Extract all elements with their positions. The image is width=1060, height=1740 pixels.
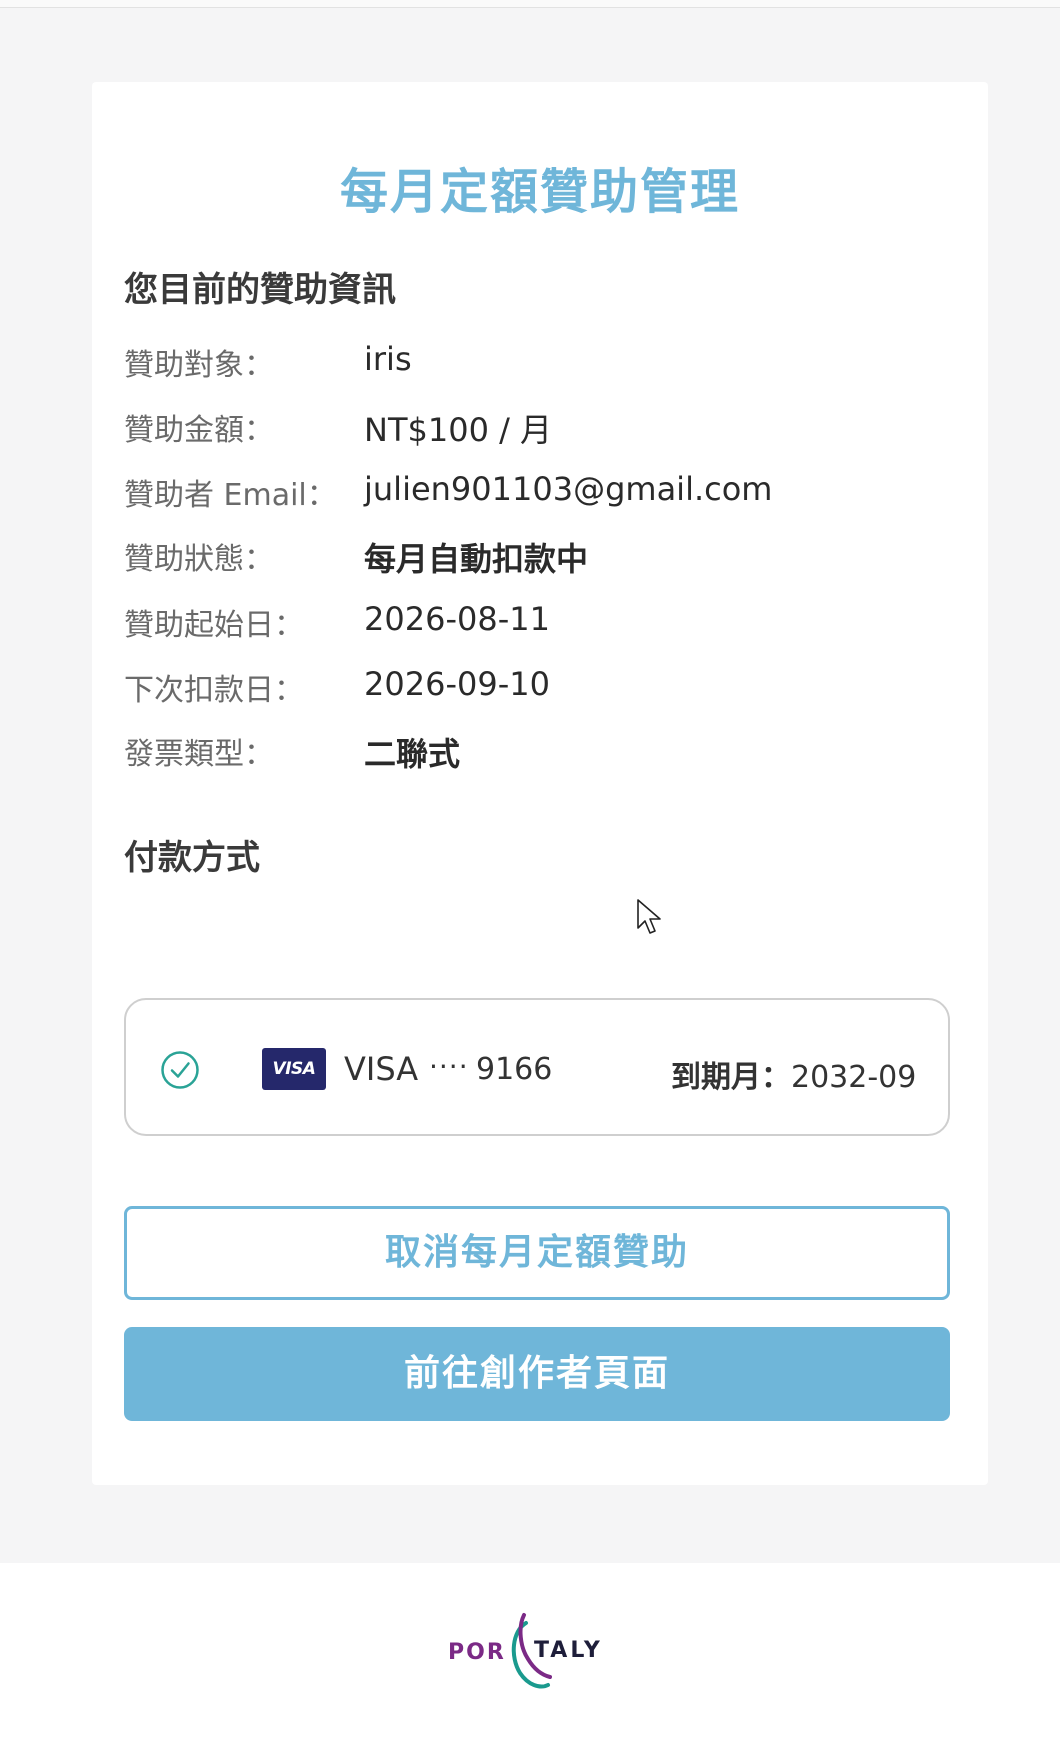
logo-text-right: TALY [534,1638,603,1663]
card-expiry: 到期月：2032-09 [671,1052,916,1096]
page-title: 每月定額贊助管理 [339,164,740,220]
info-label: 贊助對象： [124,348,274,383]
info-value: 2026-08-11 [364,600,550,638]
expiry-label: 到期月： [671,1060,791,1095]
info-label: 發票類型： [124,737,274,772]
info-row-email: 贊助者 Email： julien901103@gmail.com [124,470,944,520]
info-value: 二聯式 [364,735,461,773]
info-label: 贊助金額： [124,413,274,448]
check-circle-icon [161,1051,199,1089]
expiry-value: 2032-09 [791,1060,917,1095]
info-value: julien901103@gmail.com [364,470,773,508]
card-last-four: 9166 [476,1052,553,1087]
info-row-amount: 贊助金額： NT$100 / 月 [124,405,944,455]
cancel-sponsorship-button[interactable]: 取消每月定額贊助 [124,1206,950,1300]
info-value: 每月自動扣款中 [364,540,589,578]
mouse-cursor-icon [637,899,661,934]
footer: POR TALY [0,1563,1060,1740]
browser-top-edge [0,0,1060,8]
info-row-start-date: 贊助起始日： 2026-08-11 [124,600,944,650]
info-row-status: 贊助狀態： 每月自動扣款中 [124,534,944,584]
go-to-creator-page-button[interactable]: 前往創作者頁面 [124,1327,950,1421]
info-value: iris [364,340,412,378]
sponsorship-info-heading: 您目前的贊助資訊 [124,270,396,310]
info-label: 贊助狀態： [124,542,274,577]
info-row-invoice-type: 發票類型： 二聯式 [124,729,944,779]
sponsorship-management-card: 每月定額贊助管理 您目前的贊助資訊 贊助對象： iris 贊助金額： NT$10… [92,82,988,1485]
info-value: NT$100 / 月 [364,411,553,449]
info-label: 贊助者 Email： [124,478,337,513]
visa-card-icon: VISA [262,1048,326,1090]
portaly-logo[interactable]: POR TALY [448,1609,632,1699]
info-row-next-charge: 下次扣款日： 2026-09-10 [124,665,944,715]
info-value: 2026-09-10 [364,665,550,703]
info-label: 贊助起始日： [124,608,304,643]
payment-card-option[interactable]: VISA VISA ···· 9166 到期月：2032-09 [124,998,950,1136]
card-brand: VISA [344,1050,419,1088]
logo-text-left: POR [448,1640,506,1665]
card-mask-dots: ···· [429,1050,469,1083]
payment-method-heading: 付款方式 [124,838,260,878]
info-row-recipient: 贊助對象： iris [124,340,944,390]
info-label: 下次扣款日： [124,673,304,708]
